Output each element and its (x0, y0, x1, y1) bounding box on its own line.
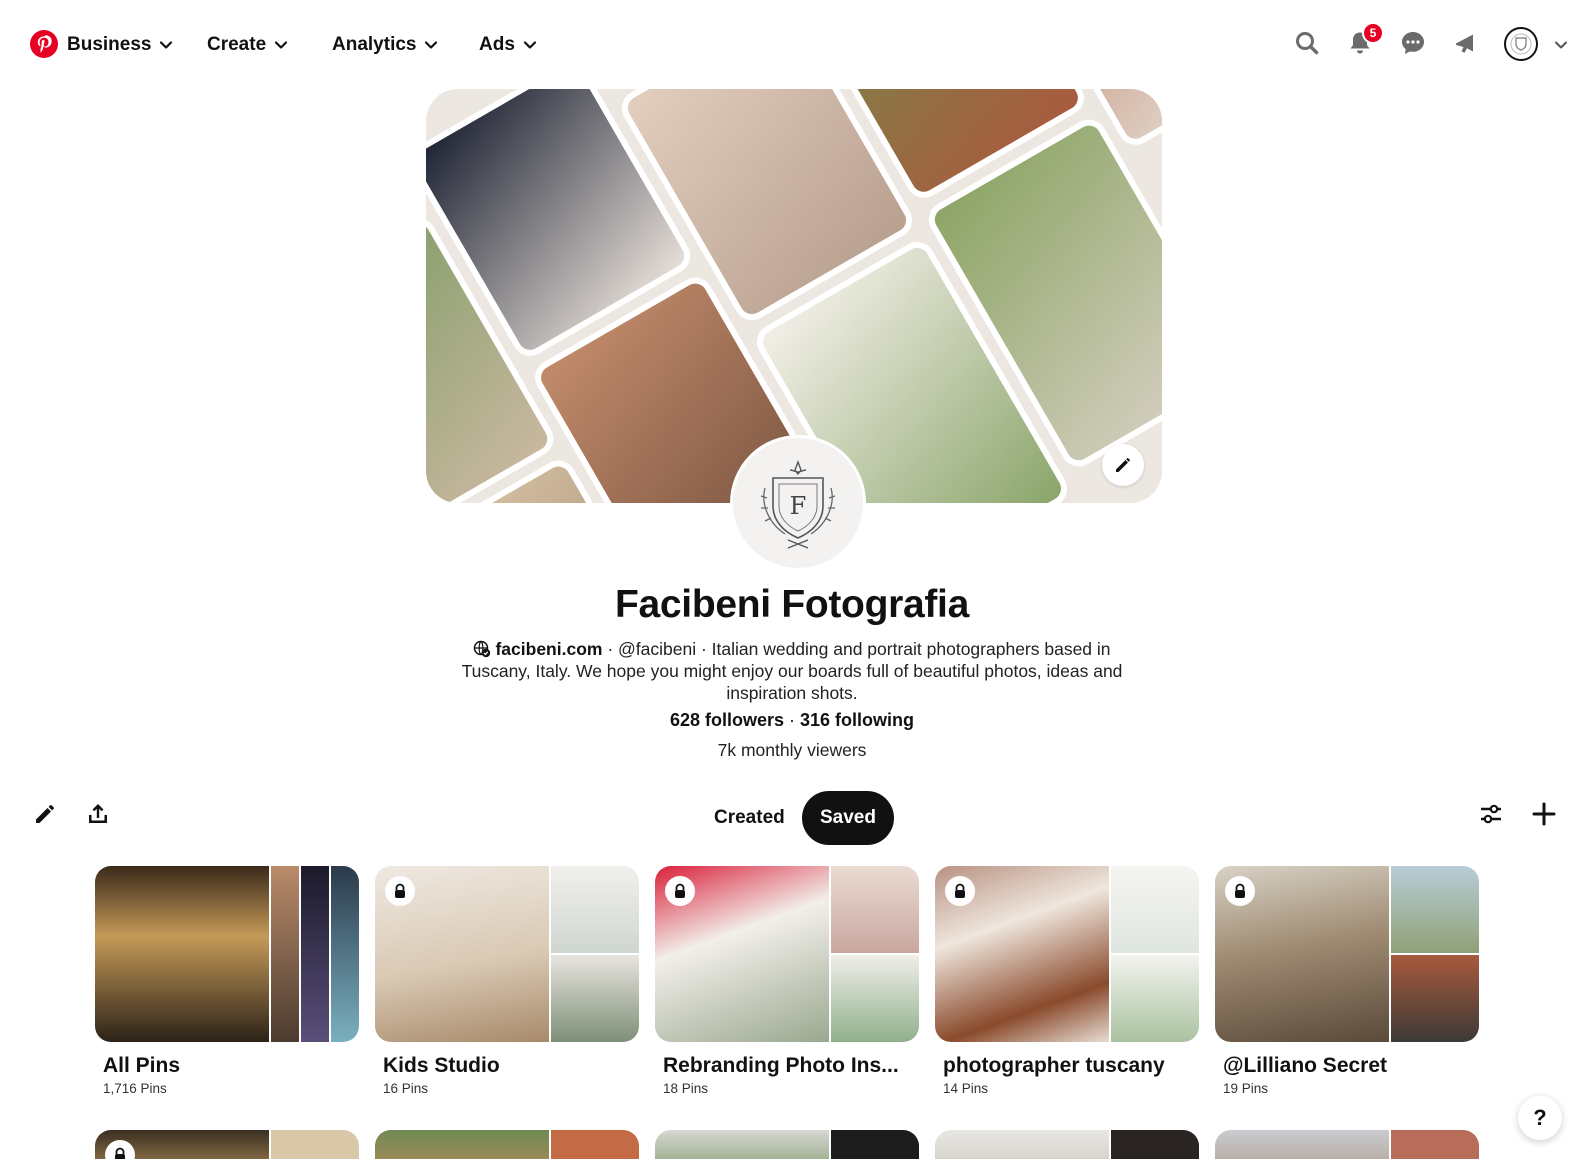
chat-bubble-icon (1402, 32, 1424, 54)
search-icon (1296, 32, 1319, 55)
pencil-icon (1116, 458, 1130, 472)
lock-icon (665, 876, 695, 906)
nav-create-label: Create (207, 34, 267, 55)
share-profile-button[interactable] (83, 799, 113, 829)
board-cover (655, 866, 919, 1042)
help-button[interactable]: ? (1518, 1096, 1562, 1140)
profile-website-link[interactable]: facibeni.com (495, 639, 602, 659)
crest-icon (1510, 33, 1532, 55)
filter-button[interactable] (1476, 799, 1506, 829)
board-card[interactable]: @Lilliano Secret 19 Pins (1215, 866, 1479, 1096)
nav-analytics-label: Analytics (332, 34, 417, 55)
board-card-partial[interactable] (935, 1130, 1199, 1159)
board-title: @Lilliano Secret (1223, 1054, 1388, 1077)
board-pin-count: 16 Pins (383, 1081, 429, 1096)
sliders-icon (1481, 804, 1501, 824)
crest-logo: F (760, 460, 836, 549)
create-board-button[interactable] (1529, 799, 1559, 829)
board-card[interactable]: Kids Studio 16 Pins (375, 866, 639, 1096)
plus-icon (1532, 802, 1556, 826)
nav-analytics[interactable]: Analytics (332, 30, 438, 60)
search-button[interactable] (1292, 28, 1322, 58)
board-title: Rebranding Photo Ins... (663, 1054, 899, 1077)
monthly-viewers: 7k monthly viewers (717, 740, 867, 760)
share-upload-icon (89, 804, 107, 823)
profile-name: Facibeni Fotografia (614, 583, 969, 626)
board-pin-count: 14 Pins (943, 1081, 989, 1096)
edit-cover-button[interactable] (1102, 444, 1144, 486)
board-pin-count: 18 Pins (663, 1081, 709, 1096)
chevron-down-icon (425, 41, 438, 49)
chevron-down-icon (160, 41, 173, 49)
followers-link[interactable]: 628 followers (670, 710, 784, 730)
nav-create[interactable]: Create (207, 30, 288, 60)
chevron-down-icon (523, 41, 537, 49)
board-title: All Pins (103, 1054, 181, 1077)
profile-avatar: F (730, 435, 866, 571)
board-card[interactable]: Rebranding Photo Ins... 18 Pins (655, 866, 919, 1096)
board-card-partial[interactable] (1215, 1130, 1479, 1159)
lock-icon (385, 876, 415, 906)
board-card-partial[interactable] (655, 1130, 919, 1159)
top-nav: Business Create Analytics Ads 5 (0, 0, 1584, 88)
chevron-down-icon (275, 41, 288, 49)
updates-button[interactable] (1451, 28, 1481, 58)
board-cover (95, 866, 359, 1042)
lock-icon (1225, 876, 1255, 906)
board-cover (935, 866, 1199, 1042)
nav-ads-label: Ads (479, 34, 515, 55)
crest-letter: F (790, 492, 807, 520)
lock-icon (945, 876, 975, 906)
notification-badge: 5 (1362, 22, 1384, 44)
tab-saved[interactable]: Saved (802, 791, 894, 845)
board-cover (375, 866, 639, 1042)
board-cover (1215, 866, 1479, 1042)
profile-bio: facibeni.com · @facibeni · Italian weddi… (446, 638, 1138, 704)
nav-business[interactable]: Business (67, 30, 173, 60)
board-title: photographer tuscany (943, 1054, 1165, 1077)
board-card-partial[interactable] (375, 1130, 639, 1159)
board-pin-count: 1,716 Pins (103, 1081, 167, 1096)
following-link[interactable]: 316 following (800, 710, 914, 730)
edit-profile-button[interactable] (30, 799, 60, 829)
tab-created[interactable]: Created (696, 791, 803, 845)
board-pin-count: 19 Pins (1223, 1081, 1269, 1096)
pinterest-logo-icon[interactable] (30, 30, 58, 58)
pencil-icon (36, 805, 54, 823)
account-avatar[interactable] (1504, 27, 1538, 61)
board-title: Kids Studio (383, 1054, 500, 1077)
messages-button[interactable] (1398, 28, 1428, 58)
board-card-partial[interactable] (95, 1130, 359, 1159)
nav-ads[interactable]: Ads (479, 30, 537, 60)
nav-business-label: Business (67, 34, 152, 55)
board-card[interactable]: photographer tuscany 14 Pins (935, 866, 1199, 1096)
verified-globe-icon (474, 640, 491, 658)
megaphone-icon (1456, 34, 1473, 53)
follow-stats: 628 followers · 316 following (0, 710, 1584, 731)
stats-separator: · (784, 710, 801, 730)
account-chevron-down-icon[interactable] (1554, 38, 1568, 52)
board-card[interactable]: All Pins 1,716 Pins (95, 866, 359, 1096)
